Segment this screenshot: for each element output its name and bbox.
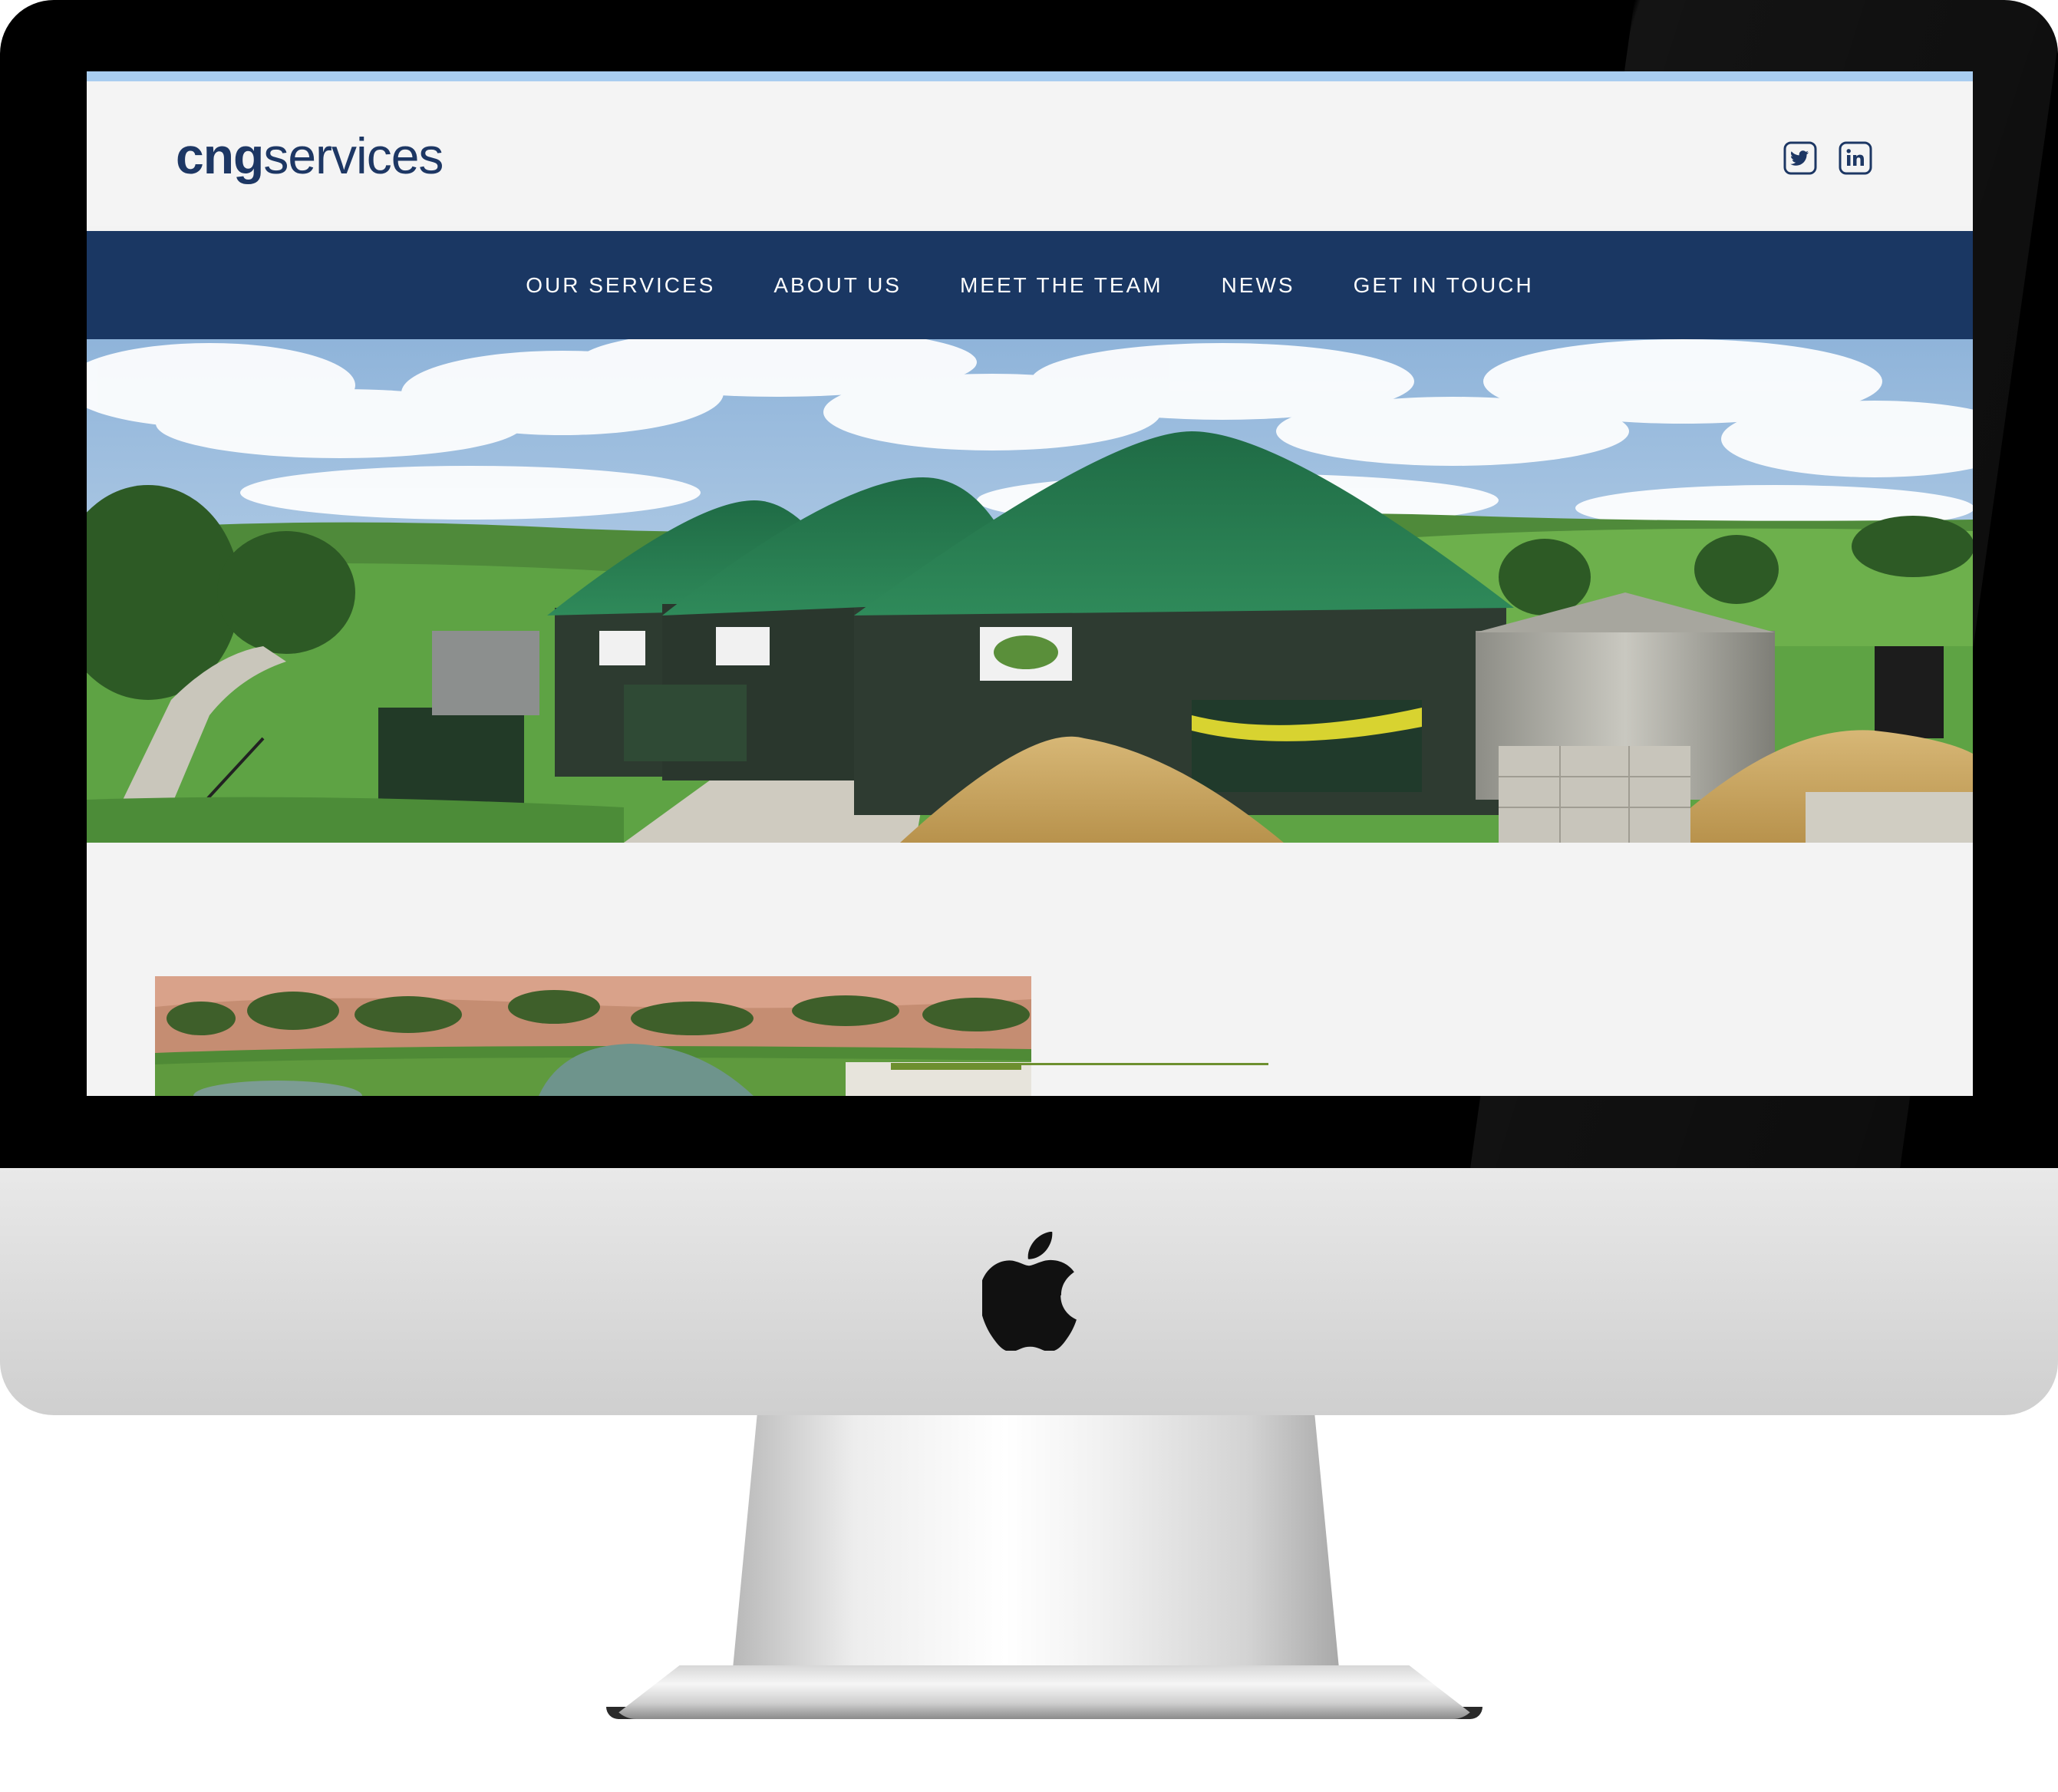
linkedin-icon[interactable] (1839, 141, 1872, 175)
nav-item-meet-the-team[interactable]: MEET THE TEAM (960, 273, 1163, 298)
logo-bold-text: cng (176, 127, 264, 184)
site-logo[interactable]: cngservices (176, 121, 444, 190)
monitor-bezel: cngservices OUR SERVICES ABOUT US MEET T… (0, 0, 2058, 1168)
hero-image (87, 339, 1973, 843)
top-accent-bar (87, 71, 1973, 81)
site-header: cngservices (87, 81, 1973, 226)
logo-light-text: services (263, 127, 444, 184)
nav-item-about-us[interactable]: ABOUT US (773, 273, 902, 298)
twitter-icon[interactable] (1783, 141, 1817, 175)
nav-item-news[interactable]: NEWS (1222, 273, 1295, 298)
monitor-stand-neck (733, 1415, 1339, 1668)
section-divider-accent (891, 1064, 1021, 1070)
browser-screen: cngservices OUR SERVICES ABOUT US MEET T… (87, 71, 1973, 1096)
feature-image (155, 976, 1031, 1096)
main-navigation: OUR SERVICES ABOUT US MEET THE TEAM NEWS… (87, 231, 1973, 339)
nav-item-get-in-touch[interactable]: GET IN TOUCH (1354, 273, 1534, 298)
nav-items: OUR SERVICES ABOUT US MEET THE TEAM NEWS… (87, 231, 1973, 339)
nav-item-our-services[interactable]: OUR SERVICES (526, 273, 715, 298)
monitor-stand-foot (610, 1665, 1479, 1719)
apple-logo-icon (982, 1232, 1077, 1351)
monitor-chin (0, 1168, 2058, 1415)
